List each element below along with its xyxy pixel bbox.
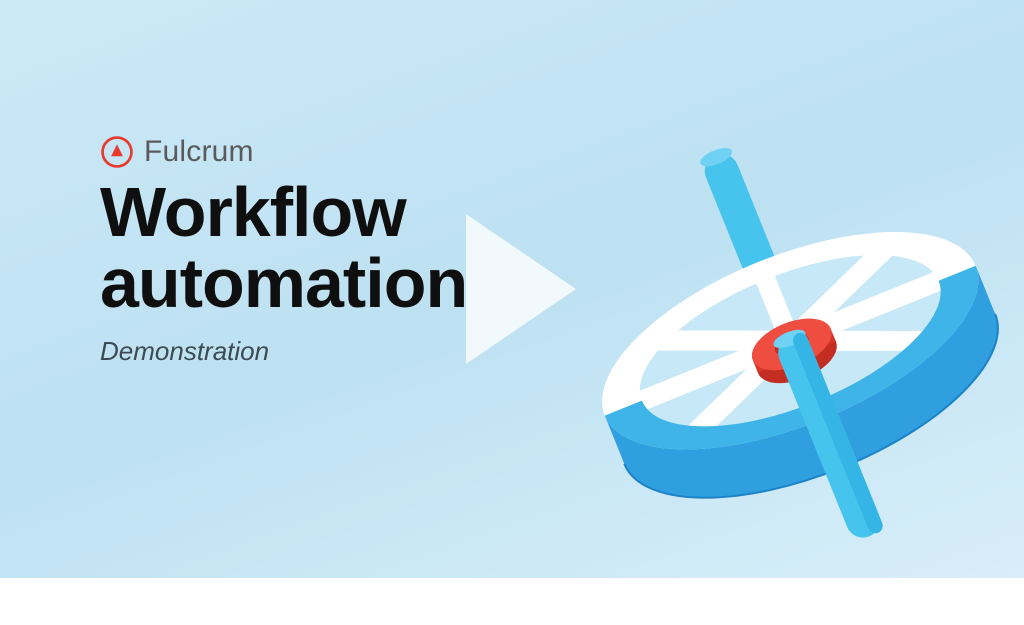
brand-logo-row: Fulcrum (100, 135, 467, 169)
brand-name: Fulcrum (144, 135, 254, 169)
title-text-block: Fulcrum Workflow automation Demonstratio… (100, 135, 467, 367)
fulcrum-logo-icon (100, 135, 134, 169)
play-button[interactable] (437, 214, 587, 364)
headline-line-1: Workflow (100, 173, 406, 251)
video-title-slide: Fulcrum Workflow automation Demonstratio… (0, 0, 1024, 578)
headline-line-2: automation (100, 244, 467, 322)
slide-subheading: Demonstration (100, 336, 467, 367)
slide-headline: Workflow automation (100, 177, 467, 320)
spinning-wheel-illustration (524, 80, 1024, 620)
play-icon (448, 214, 576, 364)
